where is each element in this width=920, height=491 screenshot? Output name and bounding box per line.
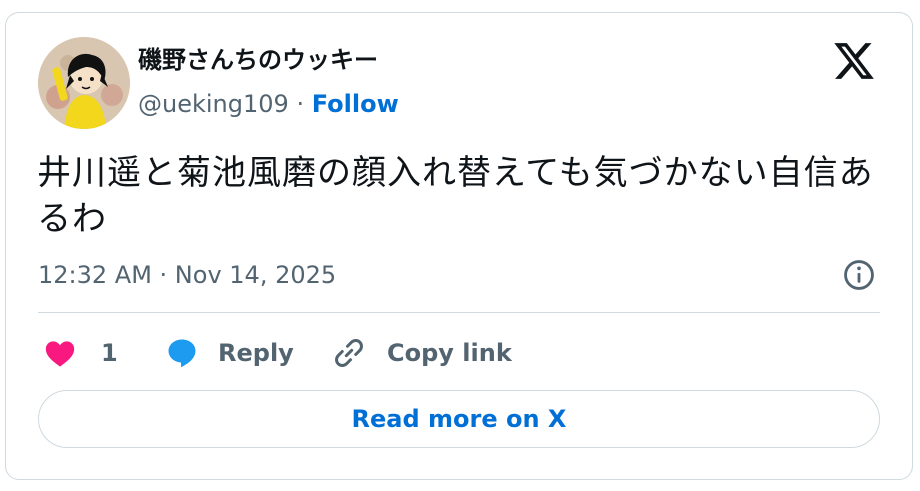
tweet-text: 井川遥と菊池風磨の顔入れ替えても気づかない自信あるわ [37,153,874,239]
follow-button[interactable]: Follow [312,90,399,118]
like-count: 1 [101,339,118,367]
tweet-embed-card: 磯野さんちのウッキー @ueking109 · Follow 井川遥と菊池風磨の… [5,12,913,480]
handle-separator: · [296,90,305,118]
info-icon[interactable] [842,258,876,292]
read-more-button[interactable]: Read more on X [38,390,880,448]
author-handle[interactable]: @ueking109 [138,90,289,118]
tweet-timestamp[interactable]: 12:32 AM · Nov 14, 2025 [38,259,336,291]
copy-link-button[interactable]: Copy link [331,333,512,373]
reply-button[interactable]: Reply [164,333,294,373]
link-icon [335,339,363,367]
divider [38,312,880,313]
author-handle-line: @ueking109 · Follow [138,88,399,120]
heart-icon [45,341,75,367]
reply-bubble-icon [168,339,196,368]
copy-link-label: Copy link [387,339,512,367]
avatar[interactable] [38,37,130,129]
author-display-name[interactable]: 磯野さんちのウッキー [138,44,378,76]
x-logo-icon[interactable] [832,39,876,83]
like-button[interactable]: 1 [43,333,118,373]
reply-label: Reply [218,339,294,367]
